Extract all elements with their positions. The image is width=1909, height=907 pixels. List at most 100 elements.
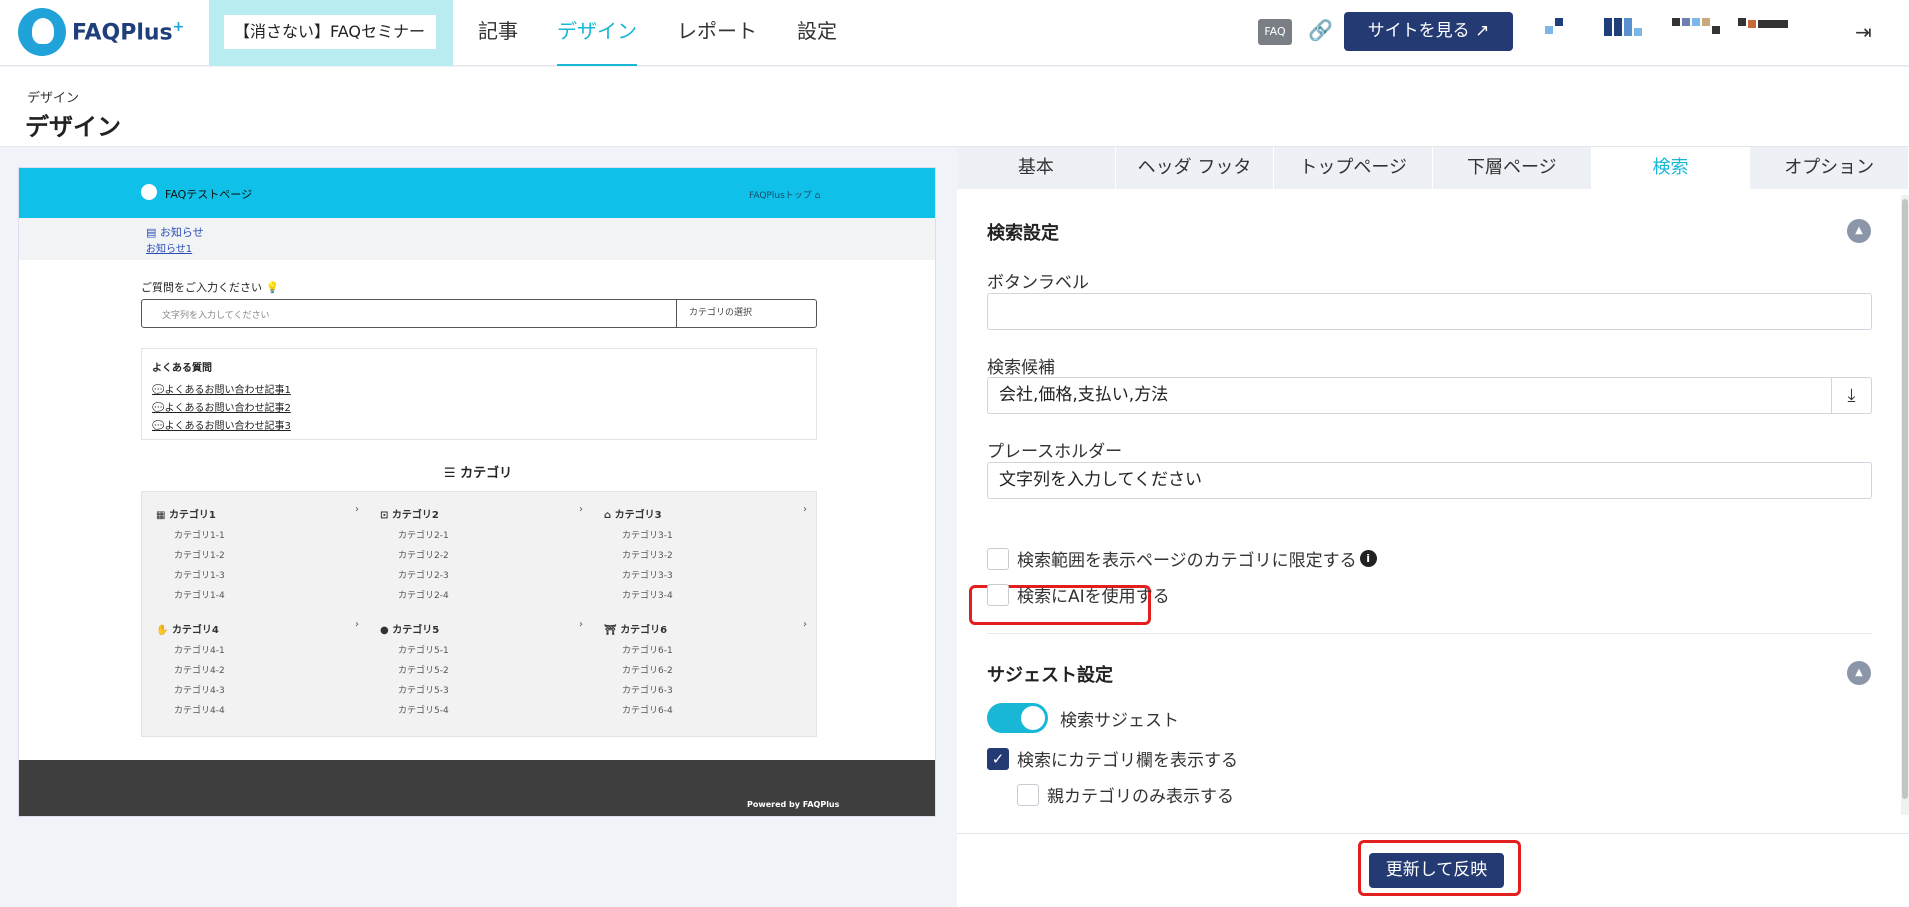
button-label-label: ボタンラベル bbox=[987, 273, 1089, 293]
collapse-up-icon[interactable]: ▲ bbox=[1847, 219, 1871, 243]
preview-header: FAQテストページ FAQPlusトップ ⌂ bbox=[19, 168, 935, 218]
category-icon: ● bbox=[380, 625, 389, 636]
chat-icon: 💬 bbox=[152, 403, 165, 414]
preview-faq-item: 💬よくあるお問い合わせ記事2 bbox=[152, 403, 291, 414]
preview-category-heading: ☰ カテゴリ bbox=[443, 466, 513, 481]
home-icon: ⌂ bbox=[814, 191, 821, 201]
placeholder-label: プレースホルダー bbox=[987, 442, 1123, 462]
preview-faq-item: 💬よくあるお問い合わせ記事3 bbox=[152, 421, 291, 432]
collapse-up-icon[interactable]: ▲ bbox=[1847, 661, 1871, 685]
search-suggest-label: 検索サジェスト bbox=[1060, 710, 1179, 731]
preview-news-title: ▤ お知らせ bbox=[146, 226, 204, 239]
preview-powered-by: Powered by FAQPlus bbox=[747, 800, 840, 809]
preview-category: ▦ カテゴリ1 カテゴリ1-1 カテゴリ1-2 カテゴリ1-3 カテゴリ1-4 bbox=[146, 504, 371, 606]
top-bar: FAQPlus+ 【消さない】FAQセミナー 記事 デザイン レポート 設定 F… bbox=[0, 0, 1909, 66]
category-icon: ▦ bbox=[156, 510, 166, 521]
category-icon: ⊡ bbox=[380, 510, 389, 521]
preview-category: ⛩ カテゴリ6 カテゴリ6-1 カテゴリ6-2 カテゴリ6-3 カテゴリ6-4 bbox=[594, 619, 819, 721]
preview-top-link: FAQPlusトップ ⌂ bbox=[749, 191, 821, 201]
suggest-words-input[interactable]: 会社,価格,支払い,方法 bbox=[987, 377, 1872, 414]
tab-sub-page[interactable]: 下層ページ bbox=[1433, 147, 1592, 189]
parent-only-checkbox-row[interactable]: 親カテゴリのみ表示する bbox=[1017, 782, 1234, 807]
preview-faq-title: よくある質問 bbox=[152, 363, 212, 374]
user-name-mosaic bbox=[1604, 18, 1642, 38]
section-divider bbox=[987, 633, 1872, 634]
use-ai-label: 検索にAIを使用する bbox=[1017, 587, 1170, 607]
preview-site-name: FAQテストページ bbox=[165, 188, 253, 201]
button-label-input[interactable] bbox=[987, 293, 1872, 330]
preview-faq-item: 💬よくあるお問い合わせ記事1 bbox=[152, 385, 291, 396]
breadcrumb[interactable]: デザイン bbox=[27, 87, 79, 106]
preview-category: ⊡ カテゴリ2 カテゴリ2-1 カテゴリ2-2 カテゴリ2-3 カテゴリ2-4 bbox=[370, 504, 595, 606]
dolphin-logo-icon bbox=[18, 8, 66, 56]
nav-report[interactable]: レポート bbox=[677, 0, 757, 66]
nav-design[interactable]: デザイン bbox=[557, 0, 637, 66]
link-icon[interactable]: 🔗 bbox=[1308, 18, 1333, 42]
category-icon: ✋ bbox=[156, 625, 169, 636]
nav-settings[interactable]: 設定 bbox=[797, 0, 837, 66]
list-icon: ☰ bbox=[443, 466, 456, 481]
nav-articles[interactable]: 記事 bbox=[478, 0, 518, 66]
suggest-settings-title: サジェスト設定 bbox=[987, 665, 1113, 686]
settings-tabs: 基本 ヘッダ フッタ トップページ 下層ページ 検索 オプション bbox=[957, 147, 1909, 189]
use-ai-checkbox-row[interactable]: 検索にAIを使用する bbox=[987, 582, 1170, 607]
tab-basic[interactable]: 基本 bbox=[957, 147, 1116, 189]
preview-search-box: 文字列を入力してください カテゴリの選択 bbox=[141, 299, 817, 328]
view-site-button[interactable]: サイトを見る ↗ bbox=[1344, 12, 1513, 51]
show-category-checkbox[interactable]: ✓ bbox=[987, 747, 1009, 770]
preview-category: ✋ カテゴリ4 カテゴリ4-1 カテゴリ4-2 カテゴリ4-3 カテゴリ4-4 bbox=[146, 619, 371, 721]
external-link-icon: ↗ bbox=[1475, 21, 1490, 41]
user-avatar-mosaic bbox=[1545, 18, 1563, 38]
preview-news: ▤ お知らせ お知らせ1 bbox=[19, 218, 935, 260]
update-apply-button[interactable]: 更新して反映 bbox=[1369, 853, 1504, 888]
site-selector-value[interactable]: 【消さない】FAQセミナー bbox=[224, 15, 436, 49]
tab-top-page[interactable]: トップページ bbox=[1274, 147, 1434, 189]
preview-category-grid: ▦ カテゴリ1 カテゴリ1-1 カテゴリ1-2 カテゴリ1-3 カテゴリ1-4 … bbox=[141, 491, 817, 737]
scrollbar-thumb[interactable] bbox=[1902, 199, 1908, 799]
preview-faq-box: よくある質問 💬よくあるお問い合わせ記事1 💬よくあるお問い合わせ記事2 💬よく… bbox=[141, 348, 817, 440]
show-category-label: 検索にカテゴリ欄を表示する bbox=[1017, 751, 1238, 771]
faq-badge-icon[interactable]: FAQ bbox=[1258, 19, 1292, 45]
preview-search-placeholder: 文字列を入力してください bbox=[162, 311, 270, 321]
page-title: デザイン bbox=[25, 113, 121, 141]
faqplus-logo[interactable]: FAQPlus+ bbox=[18, 8, 184, 56]
search-suggest-toggle[interactable] bbox=[987, 703, 1048, 733]
org-name-mosaic[interactable] bbox=[1672, 18, 1720, 38]
limit-scope-checkbox-row[interactable]: 検索範囲を表示ページのカテゴリに限定する i bbox=[987, 546, 1377, 571]
download-icon[interactable]: ⤓ bbox=[1831, 377, 1872, 414]
category-icon: ⌂ bbox=[604, 510, 612, 521]
page-header: デザイン デザイン bbox=[0, 67, 1909, 147]
view-site-label: サイトを見る bbox=[1367, 21, 1470, 41]
placeholder-input[interactable]: 文字列を入力してください bbox=[987, 462, 1872, 499]
tab-options[interactable]: オプション bbox=[1750, 147, 1909, 189]
search-settings-title: 検索設定 bbox=[987, 223, 1059, 244]
show-category-checkbox-row[interactable]: ✓ 検索にカテゴリ欄を表示する bbox=[987, 746, 1238, 771]
logo-text: FAQPlus bbox=[72, 20, 173, 46]
site-icon bbox=[141, 184, 157, 200]
news-icon: ▤ bbox=[146, 226, 157, 239]
parent-only-label: 親カテゴリのみ表示する bbox=[1047, 787, 1234, 807]
suggest-words-label: 検索候補 bbox=[987, 358, 1055, 378]
chat-icon: 💬 bbox=[152, 421, 165, 432]
preview-question-label: ご質問をご入力ください 💡 bbox=[141, 281, 280, 294]
settings-scroll-area: 検索設定 ▲ ボタンラベル 検索候補 会社,価格,支払い,方法 ⤓ プレースホル… bbox=[957, 189, 1909, 829]
use-ai-checkbox[interactable] bbox=[987, 583, 1009, 606]
account-mosaic[interactable] bbox=[1738, 18, 1788, 38]
preview-footer: Powered by FAQPlus bbox=[19, 760, 935, 816]
limit-scope-checkbox[interactable] bbox=[987, 547, 1009, 570]
tab-header-footer[interactable]: ヘッダ フッタ bbox=[1116, 147, 1275, 189]
info-icon[interactable]: i bbox=[1359, 550, 1377, 567]
settings-panel: 基本 ヘッダ フッタ トップページ 下層ページ 検索 オプション 検索設定 ▲ … bbox=[957, 147, 1909, 907]
settings-footer: 更新して反映 bbox=[957, 833, 1909, 907]
tab-search[interactable]: 検索 bbox=[1591, 147, 1751, 189]
search-suggest-toggle-row[interactable]: 検索サジェスト bbox=[987, 703, 1179, 733]
lightbulb-icon: 💡 bbox=[265, 281, 280, 294]
logout-icon[interactable]: ⇥ bbox=[1855, 20, 1872, 44]
site-selector[interactable]: 【消さない】FAQセミナー bbox=[209, 0, 453, 66]
logo-plus: + bbox=[172, 18, 185, 35]
category-icon: ⛩ bbox=[604, 625, 617, 636]
settings-scrollbar[interactable] bbox=[1901, 195, 1909, 815]
preview-category: ● カテゴリ5 カテゴリ5-1 カテゴリ5-2 カテゴリ5-3 カテゴリ5-4 bbox=[370, 619, 595, 721]
preview-category-select: カテゴリの選択 bbox=[676, 300, 816, 327]
parent-only-checkbox[interactable] bbox=[1017, 783, 1039, 806]
